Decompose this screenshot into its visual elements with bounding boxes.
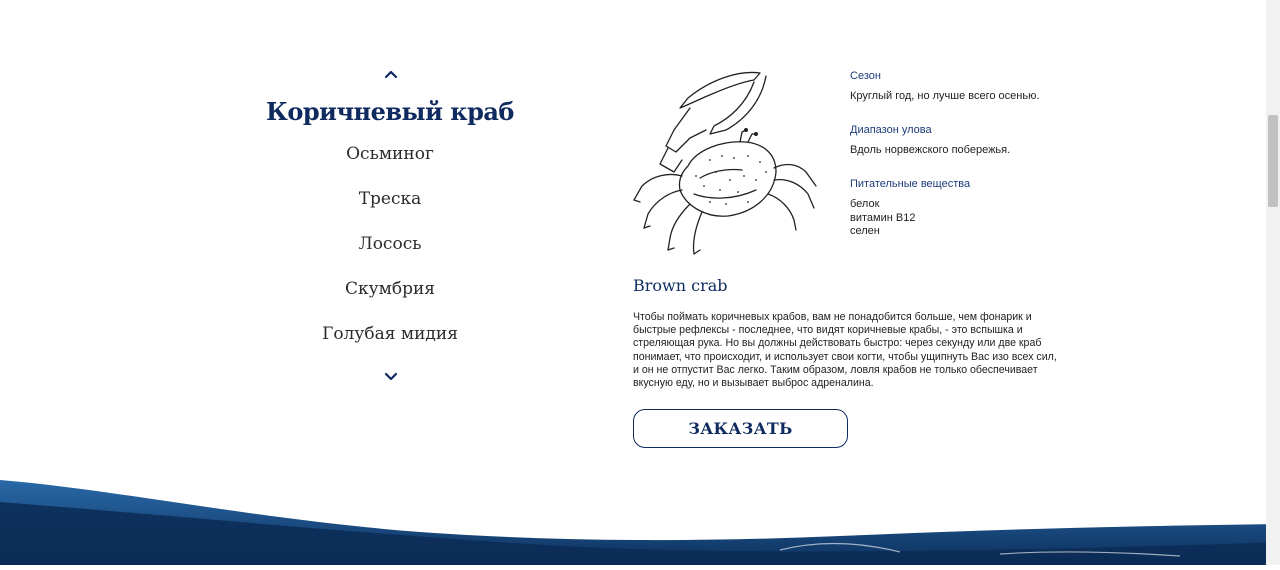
order-button[interactable]: ЗАКАЗАТЬ — [633, 409, 848, 448]
product-name: Brown crab — [633, 276, 728, 295]
season-value: Круглый год, но лучше всего осенью. — [850, 90, 1040, 102]
season-block: Сезон Круглый год, но лучше всего осенью… — [850, 70, 1110, 103]
ocean-waves-decoration — [0, 470, 1280, 565]
nutrients-label: Питательные вещества — [850, 178, 971, 190]
season-label: Сезон — [850, 70, 881, 82]
species-item-salmon[interactable]: Лосось — [230, 222, 550, 267]
chevron-up-icon[interactable] — [381, 67, 401, 81]
page-scrollbar[interactable] — [1266, 0, 1280, 565]
product-description: Чтобы поймать коричневых крабов, вам не … — [633, 311, 1057, 390]
species-item-blue-mussel[interactable]: Голубая мидия — [230, 312, 550, 357]
species-item-mackerel[interactable]: Скумбрия — [230, 267, 550, 312]
catch-range-block: Диапазон улова Вдоль норвежского побереж… — [850, 124, 1110, 157]
chevron-down-icon[interactable] — [381, 369, 401, 383]
species-active-title[interactable]: Коричневый краб — [230, 92, 550, 132]
nutrients-list: белок витамин B12 селен — [850, 198, 1110, 239]
catch-range-label: Диапазон улова — [850, 124, 932, 136]
nutrient-item: селен — [850, 225, 880, 237]
scrollbar-thumb[interactable] — [1268, 115, 1278, 207]
nutrients-block: Питательные вещества белок витамин B12 с… — [850, 178, 1110, 239]
nutrient-item: витамин B12 — [850, 211, 916, 224]
nutrient-item: белок — [850, 198, 880, 210]
crab-illustration — [630, 68, 830, 263]
species-list: Коричневый краб Осьминог Треска Лосось С… — [230, 92, 550, 357]
catch-range-value: Вдоль норвежского побережья. — [850, 144, 1011, 156]
species-item-cod[interactable]: Треска — [230, 177, 550, 222]
product-details: Сезон Круглый год, но лучше всего осенью… — [850, 70, 1110, 260]
species-item-octopus[interactable]: Осьминог — [230, 132, 550, 177]
